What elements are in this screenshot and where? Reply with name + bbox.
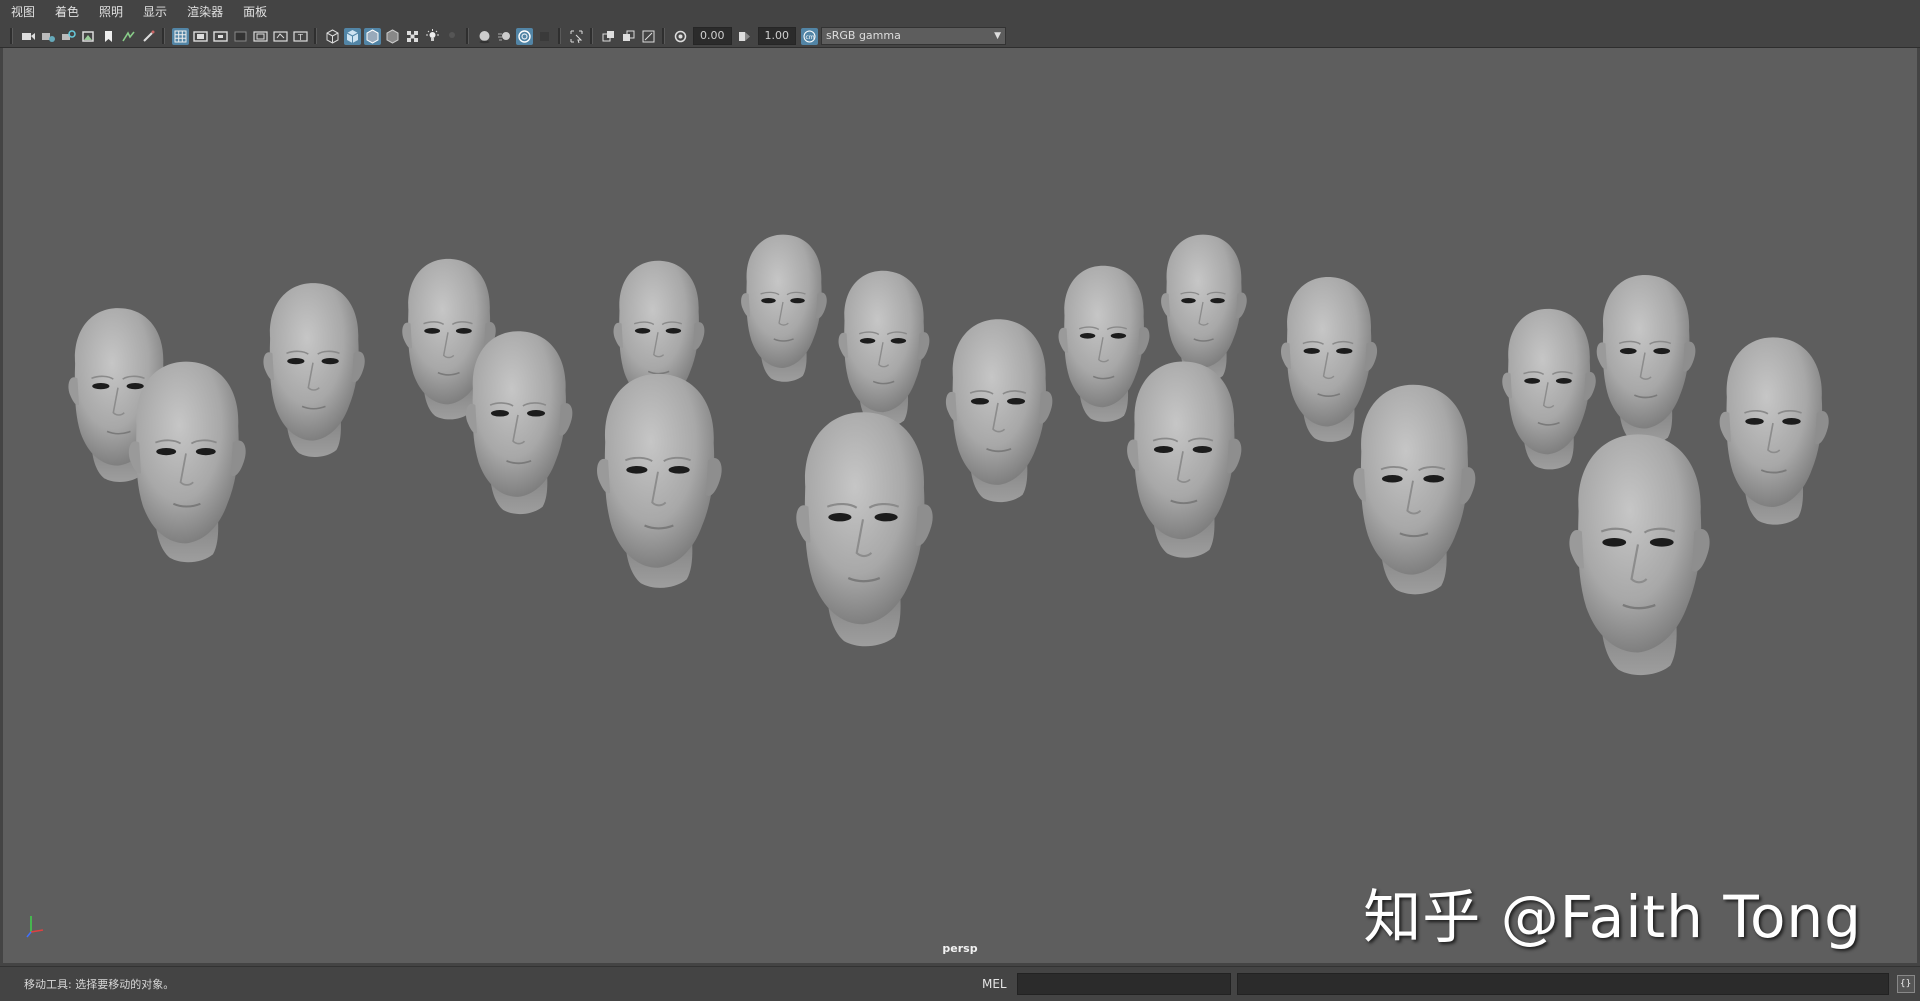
head-model[interactable]	[127, 360, 247, 564]
mel-language-toggle[interactable]: MEL	[982, 977, 1007, 991]
xray-icon[interactable]	[600, 28, 617, 45]
backface-icon[interactable]	[640, 28, 657, 45]
panel-toolbar: T 0.00 1.00 cm sRGB gamma ▼	[0, 25, 1920, 48]
toolbar-separator	[314, 28, 317, 44]
axis-gizmo	[26, 916, 44, 938]
bookmark-icon[interactable]	[100, 28, 117, 45]
gamma-icon[interactable]	[736, 28, 753, 45]
select-camera-icon[interactable]	[20, 28, 37, 45]
safe-action-icon[interactable]	[272, 28, 289, 45]
menu-show[interactable]: 显示	[132, 0, 176, 25]
toolbar-separator	[558, 28, 561, 44]
svg-text:cm: cm	[805, 34, 814, 41]
anti-aliasing-icon[interactable]	[515, 27, 533, 45]
field-chart-icon[interactable]	[252, 28, 269, 45]
screen-space-ao-icon[interactable]	[476, 28, 493, 45]
resolution-gate-icon[interactable]	[212, 28, 229, 45]
gate-mask-icon[interactable]	[232, 28, 249, 45]
head-model[interactable]	[465, 330, 574, 515]
command-line-input[interactable]	[1016, 973, 1231, 995]
head-model[interactable]	[1718, 336, 1830, 526]
menu-bar: 视图 着色 照明 显示 渲染器 面板	[0, 0, 1920, 25]
head-model[interactable]	[1352, 383, 1477, 596]
textured-icon[interactable]	[404, 28, 421, 45]
menu-panels[interactable]: 面板	[232, 0, 276, 25]
color-space-dropdown[interactable]: sRGB gamma ▼	[821, 27, 1006, 45]
default-material-icon[interactable]	[384, 28, 401, 45]
grid-icon[interactable]	[171, 27, 189, 45]
svg-text:T: T	[297, 33, 303, 42]
toolbar-separator	[10, 28, 13, 44]
exposure-icon[interactable]	[672, 28, 689, 45]
depth-of-field-icon[interactable]	[536, 28, 553, 45]
grease-pencil-icon[interactable]	[140, 28, 157, 45]
head-model[interactable]	[1057, 265, 1151, 423]
wireframe-icon[interactable]	[324, 28, 341, 45]
isolate-select-icon[interactable]	[568, 28, 585, 45]
2d-pan-zoom-icon[interactable]	[120, 28, 137, 45]
bookmark-camera-icon[interactable]	[60, 28, 77, 45]
head-model[interactable]	[837, 270, 931, 428]
wireframe-on-shaded-icon[interactable]	[363, 27, 381, 45]
chevron-down-icon: ▼	[994, 31, 1001, 41]
head-model[interactable]	[740, 233, 828, 383]
color-space-label: sRGB gamma	[826, 29, 901, 42]
script-editor-button[interactable]: {}	[1896, 975, 1915, 993]
menu-view[interactable]: 视图	[0, 0, 44, 25]
head-model[interactable]	[1501, 308, 1597, 471]
lights-icon[interactable]	[424, 28, 441, 45]
head-model[interactable]	[1595, 274, 1697, 446]
toolbar-separator	[162, 28, 165, 44]
head-model[interactable]	[262, 282, 366, 458]
persp-viewport[interactable]: 知乎 @Faith Tong persp	[3, 48, 1917, 963]
smooth-shade-icon[interactable]	[343, 27, 361, 45]
safe-title-icon[interactable]: T	[292, 28, 309, 45]
image-plane-icon[interactable]	[80, 28, 97, 45]
head-model[interactable]	[1568, 433, 1711, 677]
xray-joints-icon[interactable]	[620, 28, 637, 45]
head-model[interactable]	[595, 372, 723, 589]
menu-renderer[interactable]: 渲染器	[176, 0, 232, 25]
head-model[interactable]	[1126, 360, 1243, 559]
toolbar-separator	[466, 28, 469, 44]
script-editor-icon: {}	[1899, 979, 1912, 989]
toolbar-separator	[590, 28, 593, 44]
head-model[interactable]	[945, 318, 1054, 503]
head-model[interactable]	[1160, 233, 1248, 383]
gamma-field[interactable]: 1.00	[757, 27, 796, 45]
menu-shading[interactable]: 着色	[44, 0, 88, 25]
motion-blur-icon[interactable]	[496, 28, 513, 45]
menu-lighting[interactable]: 照明	[88, 0, 132, 25]
exposure-field[interactable]: 0.00	[693, 27, 732, 45]
toolbar-separator	[662, 28, 665, 44]
help-text: 移动工具: 选择要移动的对象。	[24, 978, 175, 991]
camera-name-label: persp	[942, 942, 978, 955]
view-transform-icon[interactable]: cm	[800, 27, 818, 45]
head-models-scene[interactable]	[3, 48, 1917, 963]
camera-attributes-icon[interactable]	[40, 28, 57, 45]
head-model[interactable]	[1280, 276, 1378, 443]
head-model[interactable]	[795, 411, 934, 648]
help-line: 移动工具: 选择要移动的对象。 MEL {}	[0, 966, 1920, 1001]
command-result-field	[1236, 973, 1889, 995]
film-gate-icon[interactable]	[192, 28, 209, 45]
shadows-icon[interactable]	[444, 28, 461, 45]
